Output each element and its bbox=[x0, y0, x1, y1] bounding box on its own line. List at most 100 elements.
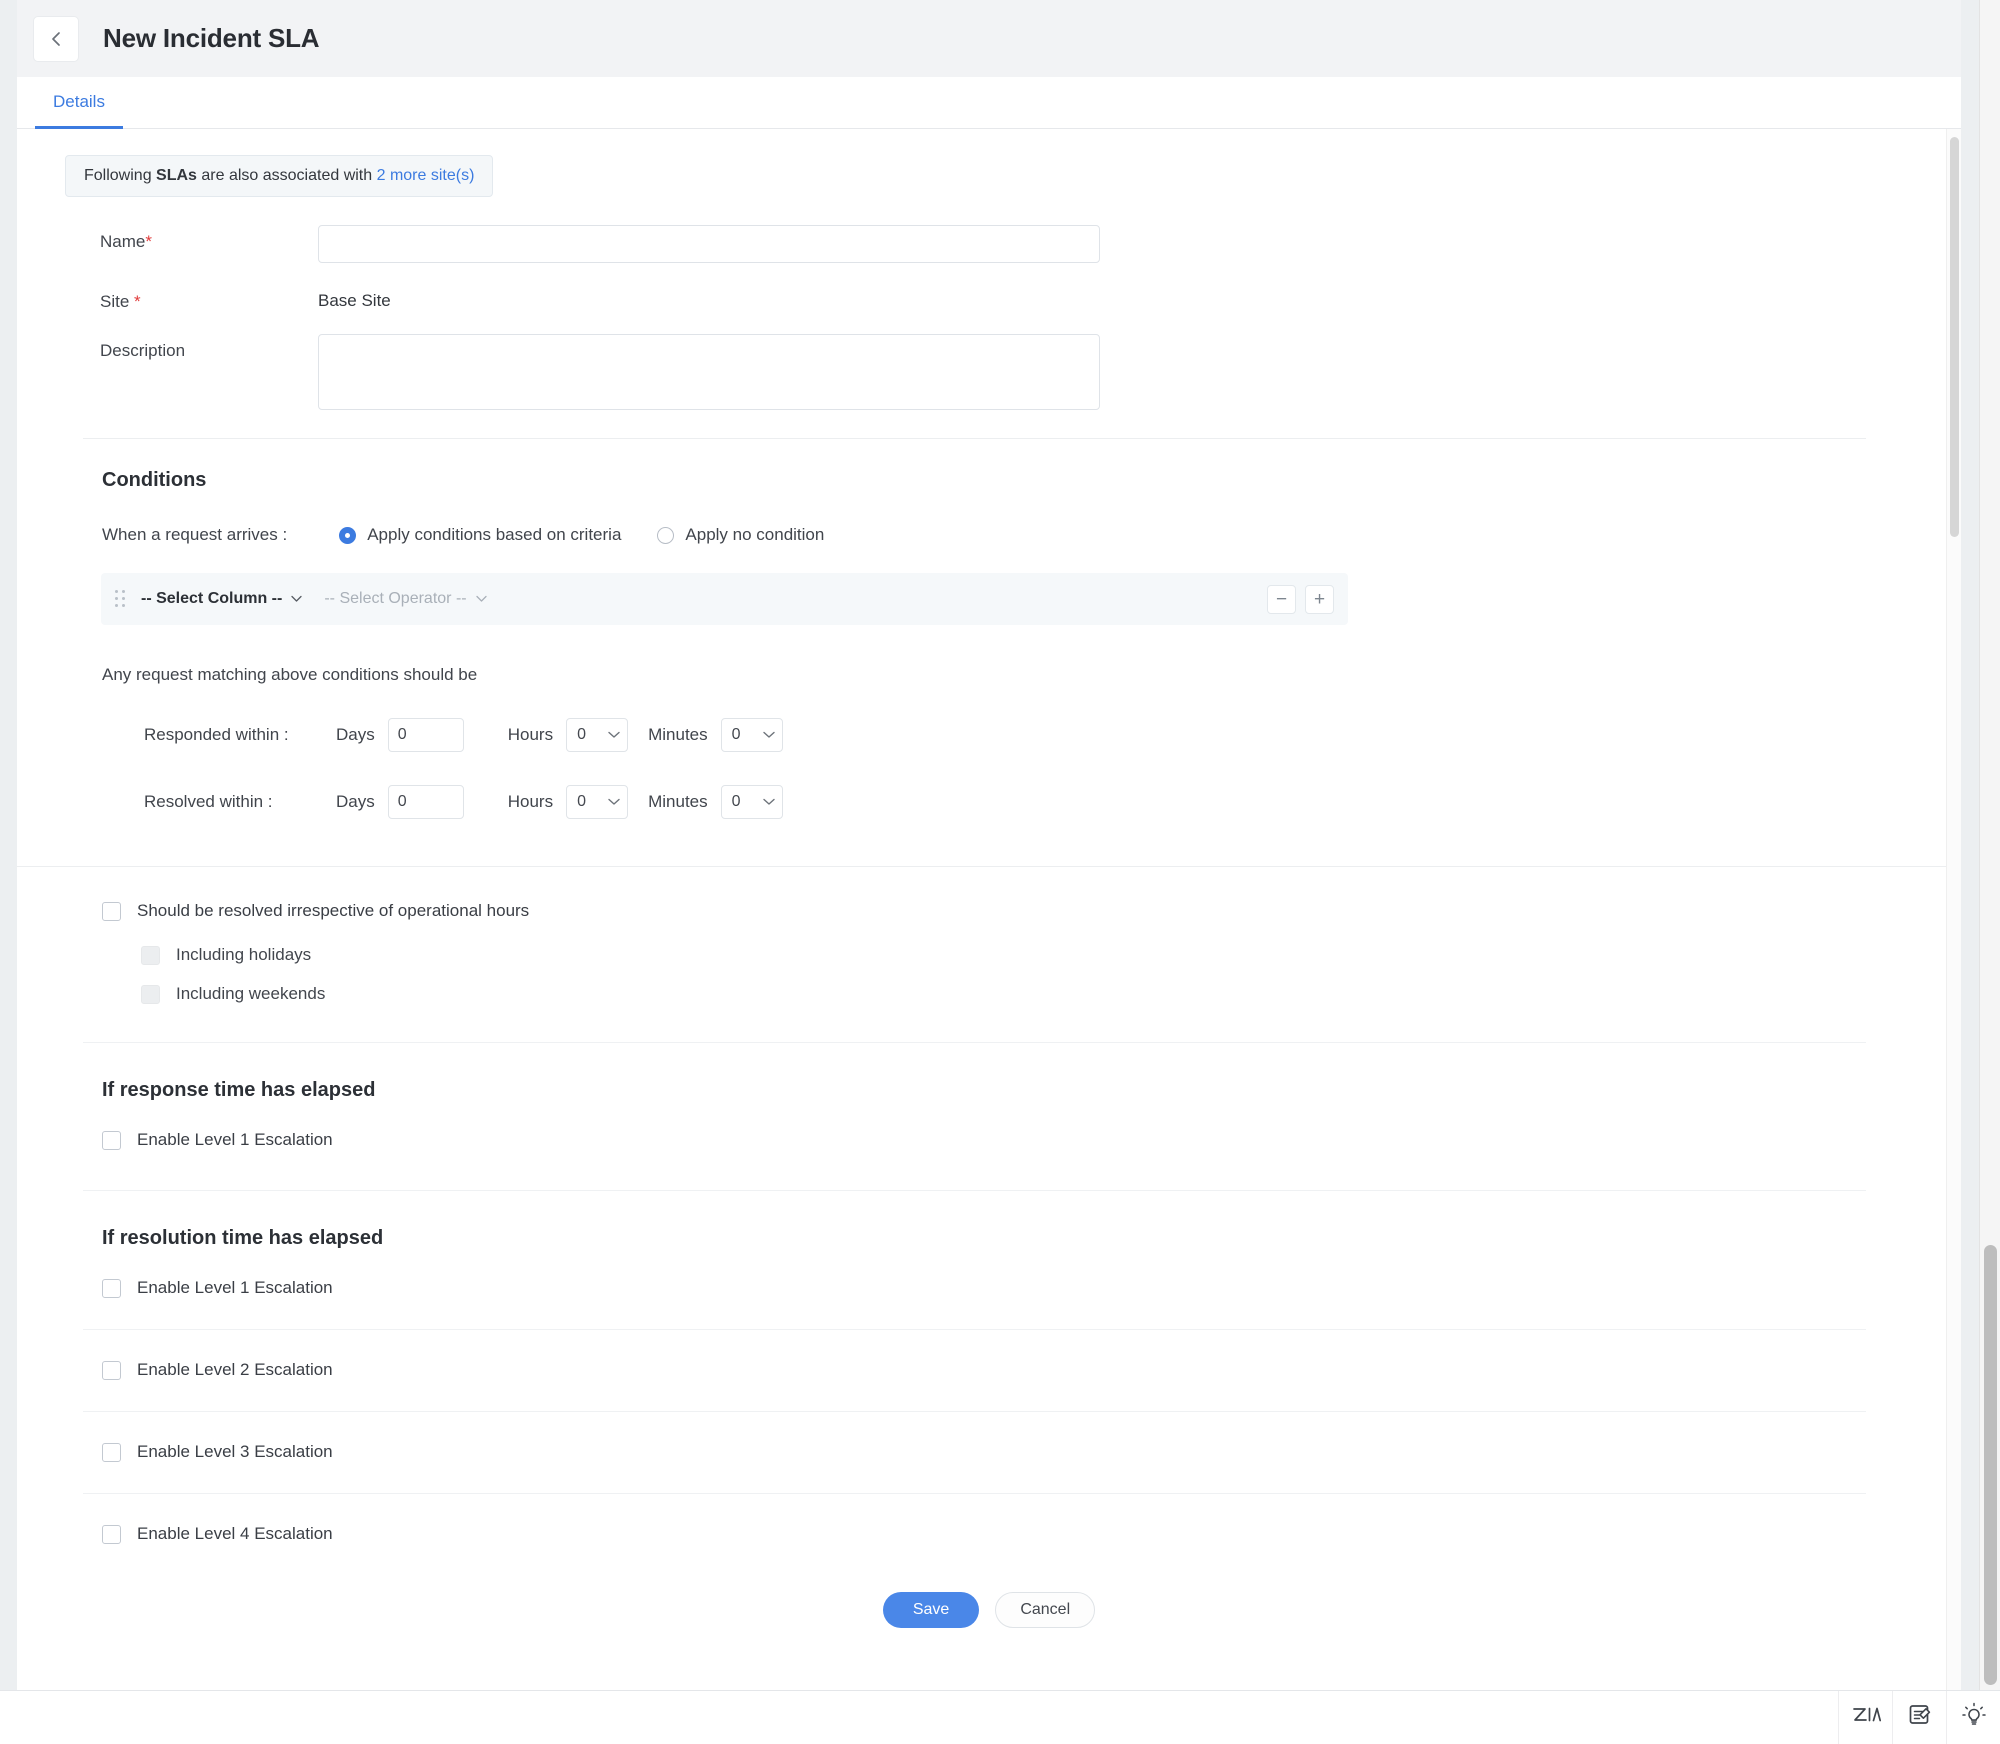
cancel-button[interactable]: Cancel bbox=[995, 1592, 1096, 1628]
page-scrollbar-track[interactable] bbox=[1979, 0, 2000, 1744]
banner-bold-slas: SLAs bbox=[156, 167, 197, 184]
including-holidays-row: Including holidays bbox=[17, 945, 1961, 965]
page-header: New Incident SLA bbox=[17, 0, 1961, 77]
operational-hours-row[interactable]: Should be resolved irrespective of opera… bbox=[17, 901, 1961, 921]
site-label-text: Site bbox=[100, 292, 130, 311]
name-label: Name* bbox=[100, 225, 318, 252]
select-operator-value: -- Select Operator -- bbox=[324, 590, 467, 607]
responded-within-row: Responded within : Days Hours 0 Minutes bbox=[17, 718, 1961, 752]
resolved-minutes-value: 0 bbox=[731, 793, 741, 810]
back-button[interactable] bbox=[33, 15, 79, 62]
conditions-section: Conditions When a request arrives : Appl… bbox=[17, 439, 1961, 819]
save-button[interactable]: Save bbox=[882, 1592, 980, 1628]
radio-apply-conditions-indicator[interactable] bbox=[339, 526, 357, 544]
radio-apply-no-condition-indicator[interactable] bbox=[657, 526, 675, 544]
response-level1-label: Enable Level 1 Escalation bbox=[137, 1130, 333, 1149]
chevron-down-icon bbox=[608, 726, 620, 744]
description-field-row: Description bbox=[17, 334, 1961, 410]
content-scrollbar-track[interactable] bbox=[1946, 129, 1961, 1690]
add-criteria-button[interactable]: + bbox=[1305, 584, 1334, 614]
responded-hours-value: 0 bbox=[577, 726, 586, 743]
sla-form-window: New Incident SLA Details Following SLAs … bbox=[17, 0, 1961, 1690]
resolved-hours-value: 0 bbox=[577, 793, 586, 810]
resolution-level4-row[interactable]: Enable Level 4 Escalation bbox=[17, 1524, 1961, 1544]
responded-hours-select[interactable]: 0 bbox=[566, 718, 629, 752]
associated-sites-banner: Following SLAs are also associated with … bbox=[65, 155, 494, 197]
resolution-level1-label: Enable Level 1 Escalation bbox=[137, 1278, 333, 1297]
radio-apply-no-condition-label: Apply no condition bbox=[685, 525, 825, 544]
including-weekends-row: Including weekends bbox=[17, 984, 1961, 1004]
tab-details[interactable]: Details bbox=[35, 77, 123, 129]
spacer-r3 bbox=[17, 1462, 1961, 1493]
form-content: Following SLAs are also associated with … bbox=[17, 129, 1961, 1678]
resolution-level3-row[interactable]: Enable Level 3 Escalation bbox=[17, 1442, 1961, 1462]
form-actions: Save Cancel bbox=[17, 1592, 1961, 1678]
select-column-value: -- Select Column -- bbox=[141, 590, 283, 607]
resolution-level2-row[interactable]: Enable Level 2 Escalation bbox=[17, 1360, 1961, 1380]
chevron-down-icon bbox=[762, 793, 775, 811]
page-scrollbar-thumb[interactable] bbox=[1984, 1245, 1997, 1685]
site-field-row: Site * Base Site bbox=[17, 285, 1961, 312]
response-escalation-title: If response time has elapsed bbox=[102, 1079, 376, 1101]
name-required-asterisk: * bbox=[145, 232, 152, 251]
including-weekends-checkbox bbox=[141, 984, 160, 1004]
zia-assistant-button[interactable] bbox=[1838, 1690, 1892, 1744]
resolved-hours-label: Hours bbox=[507, 792, 554, 811]
chevron-down-icon bbox=[291, 595, 302, 603]
operational-hours-section: Should be resolved irrespective of opera… bbox=[17, 867, 1961, 1004]
including-weekends-label: Including weekends bbox=[176, 984, 326, 1003]
site-required-asterisk: * bbox=[134, 292, 141, 311]
chevron-down-icon bbox=[608, 793, 620, 811]
name-label-text: Name bbox=[100, 232, 146, 251]
resolution-escalation-title: If resolution time has elapsed bbox=[102, 1227, 384, 1249]
resolution-level3-checkbox[interactable] bbox=[102, 1442, 121, 1462]
chevron-down-icon bbox=[762, 726, 775, 744]
arrow-left-icon bbox=[45, 28, 67, 50]
resolution-level2-label: Enable Level 2 Escalation bbox=[137, 1360, 333, 1379]
tips-button[interactable] bbox=[1946, 1690, 2000, 1744]
responded-days-input[interactable] bbox=[387, 718, 464, 752]
responded-minutes-select[interactable]: 0 bbox=[720, 718, 783, 752]
resolution-level3-label: Enable Level 3 Escalation bbox=[137, 1442, 333, 1461]
response-level1-row[interactable]: Enable Level 1 Escalation bbox=[17, 1130, 1961, 1150]
name-input[interactable] bbox=[318, 225, 1100, 263]
when-request-arrives-label: When a request arrives : bbox=[102, 525, 288, 544]
drag-handle-icon[interactable] bbox=[115, 590, 129, 608]
resolved-hours-select[interactable]: 0 bbox=[566, 785, 629, 819]
response-level1-checkbox[interactable] bbox=[102, 1130, 121, 1150]
resolution-level1-checkbox[interactable] bbox=[102, 1278, 121, 1298]
description-textarea[interactable] bbox=[318, 334, 1100, 410]
resolved-minutes-select[interactable]: 0 bbox=[720, 785, 783, 819]
responded-hours-label: Hours bbox=[507, 725, 554, 744]
divider-resolution-1 bbox=[83, 1329, 1866, 1330]
responded-within-label: Responded within : bbox=[144, 725, 289, 744]
divider-resolution-2 bbox=[83, 1411, 1866, 1412]
select-column-dropdown[interactable]: -- Select Column -- bbox=[141, 590, 302, 608]
banner-prefix: Following bbox=[84, 167, 157, 184]
divider-resolution-3 bbox=[83, 1493, 1866, 1494]
radio-apply-conditions[interactable]: Apply conditions based on criteria bbox=[339, 525, 621, 545]
operational-hours-label: Should be resolved irrespective of opera… bbox=[137, 901, 530, 920]
spacer-before-resolution-esc bbox=[17, 1150, 1961, 1190]
spacer-before-operational bbox=[17, 819, 1961, 866]
resolution-level4-checkbox[interactable] bbox=[102, 1524, 121, 1544]
radio-apply-no-condition[interactable]: Apply no condition bbox=[657, 525, 824, 545]
more-sites-link[interactable]: 2 more site(s) bbox=[377, 167, 475, 184]
operational-hours-checkbox[interactable] bbox=[102, 901, 121, 921]
resolved-days-input[interactable] bbox=[387, 785, 464, 819]
notes-button[interactable] bbox=[1892, 1690, 1946, 1744]
remove-criteria-button[interactable]: − bbox=[1267, 584, 1296, 614]
zia-assistant-icon bbox=[1851, 1703, 1881, 1732]
resolution-level1-row[interactable]: Enable Level 1 Escalation bbox=[17, 1278, 1961, 1298]
content-scrollbar-thumb[interactable] bbox=[1950, 137, 1959, 537]
criteria-row: -- Select Column -- -- Select Operator -… bbox=[101, 573, 1348, 625]
responded-minutes-value: 0 bbox=[731, 726, 741, 743]
page-title: New Incident SLA bbox=[103, 23, 320, 53]
spacer-r1 bbox=[17, 1298, 1961, 1329]
lightbulb-icon bbox=[1961, 1702, 1987, 1733]
select-operator-dropdown[interactable]: -- Select Operator -- bbox=[324, 590, 487, 608]
resolution-level2-checkbox[interactable] bbox=[102, 1360, 121, 1380]
site-label: Site * bbox=[100, 285, 318, 312]
resolved-minutes-label: Minutes bbox=[648, 792, 708, 811]
match-conditions-text: Any request matching above conditions sh… bbox=[102, 665, 478, 684]
